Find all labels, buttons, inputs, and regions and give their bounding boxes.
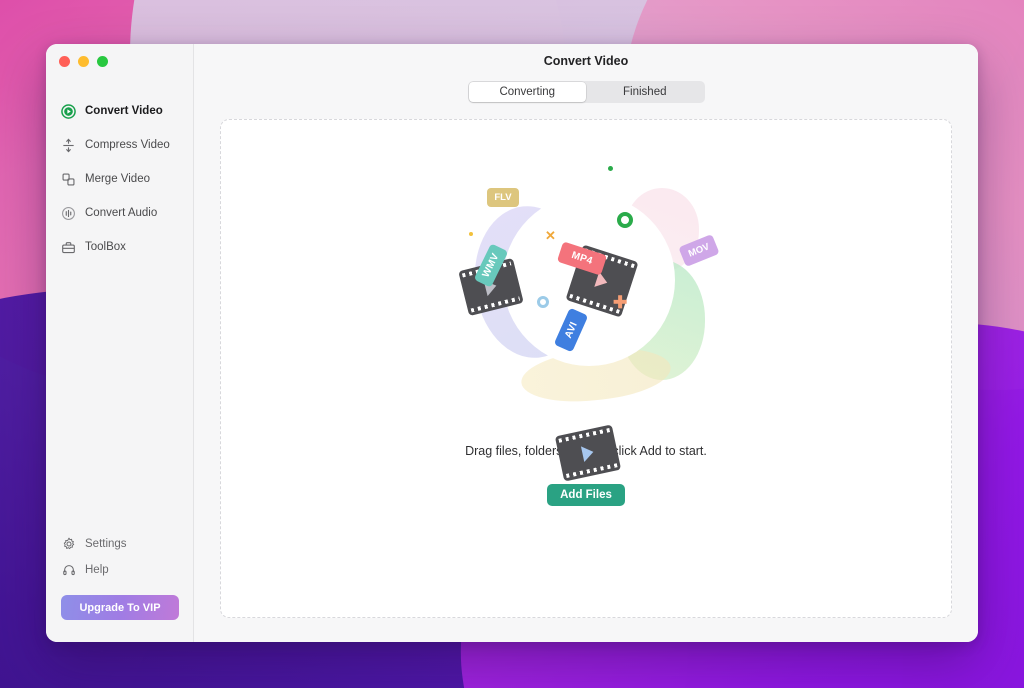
headset-icon — [61, 563, 76, 578]
sidebar-item-label: Convert Audio — [85, 207, 157, 219]
accent-blue-ring-icon — [537, 296, 549, 308]
sidebar: Convert Video Compress Video — [46, 44, 194, 642]
app-window: Convert Video Compress Video — [46, 44, 978, 642]
accent-yellow-dot-icon — [469, 232, 473, 236]
close-button[interactable] — [59, 56, 70, 67]
sidebar-item-merge-video[interactable]: Merge Video — [46, 162, 193, 196]
minimize-button[interactable] — [78, 56, 89, 67]
sidebar-nav: Convert Video Compress Video — [46, 94, 193, 264]
accent-plus-icon: ✚ — [613, 294, 627, 311]
file-dropzone[interactable]: WMV MP4 — [220, 119, 952, 618]
sidebar-item-toolbox[interactable]: ToolBox — [46, 230, 193, 264]
page-title: Convert Video — [544, 54, 629, 68]
tab-finished[interactable]: Finished — [586, 82, 704, 102]
traffic-lights — [46, 44, 193, 78]
add-files-button[interactable]: Add Files — [547, 484, 625, 506]
format-badge-flv: FLV — [487, 188, 519, 207]
sidebar-item-compress-video[interactable]: Compress Video — [46, 128, 193, 162]
sidebar-item-label: Convert Video — [85, 105, 163, 117]
accent-green-ring-icon — [617, 212, 633, 228]
titlebar: Convert Video — [194, 44, 978, 78]
film-strip-avi — [555, 424, 621, 481]
accent-cross-icon: ✕ — [545, 228, 556, 244]
upgrade-to-vip-button[interactable]: Upgrade To VIP — [61, 595, 179, 620]
audio-wave-icon — [61, 206, 76, 221]
dropzone-wrapper: WMV MP4 — [194, 103, 978, 642]
sidebar-item-label: Merge Video — [85, 173, 150, 185]
sidebar-footer: Settings Help Upgrade To VIP — [46, 531, 193, 642]
desktop-wallpaper: Convert Video Compress Video — [0, 0, 1024, 688]
sidebar-item-label: ToolBox — [85, 241, 126, 253]
maximize-button[interactable] — [97, 56, 108, 67]
sidebar-item-label: Compress Video — [85, 139, 170, 151]
film-perforations — [566, 463, 618, 478]
gear-icon — [61, 537, 76, 552]
sidebar-item-help[interactable]: Help — [46, 557, 193, 583]
tab-segmented-control: Converting Finished — [468, 81, 705, 103]
accent-green-dot-icon — [608, 166, 613, 171]
toolbox-icon — [61, 240, 76, 255]
merge-icon — [61, 172, 76, 187]
empty-state-illustration: WMV MP4 — [451, 164, 721, 414]
film-perforations — [558, 428, 610, 443]
sidebar-item-convert-audio[interactable]: Convert Audio — [46, 196, 193, 230]
sidebar-item-label: Help — [85, 564, 109, 576]
play-triangle-icon — [581, 444, 595, 462]
sidebar-item-settings[interactable]: Settings — [46, 531, 193, 557]
sidebar-item-label: Settings — [85, 538, 127, 550]
play-circle-icon — [61, 104, 76, 119]
tab-converting[interactable]: Converting — [469, 82, 587, 102]
sidebar-item-convert-video[interactable]: Convert Video — [46, 94, 193, 128]
compress-icon — [61, 138, 76, 153]
main-content: Convert Video Converting Finished — [194, 44, 978, 642]
